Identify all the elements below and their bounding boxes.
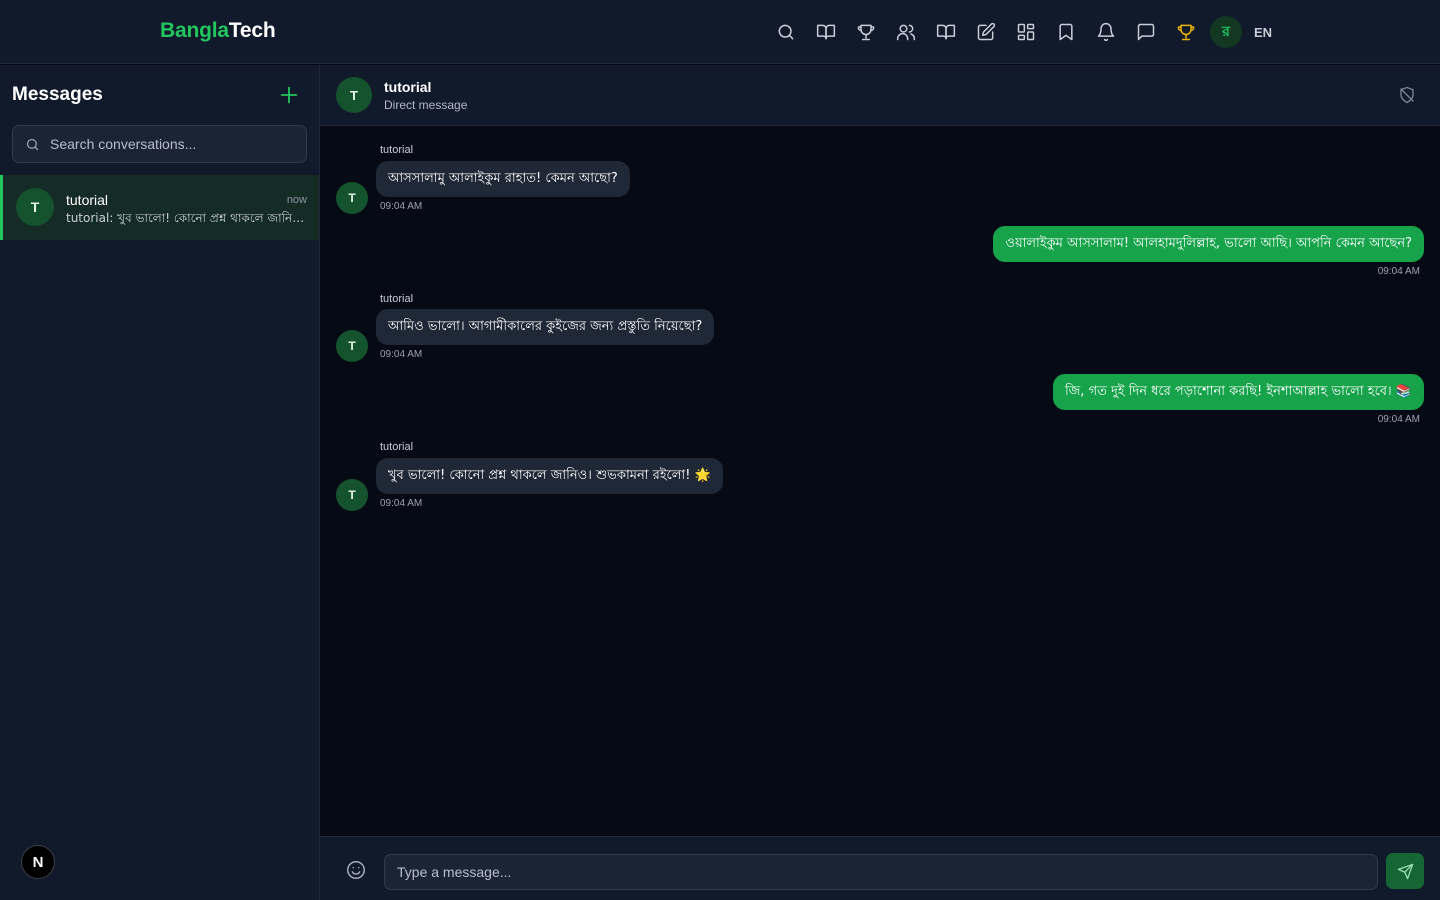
conversation-name: tutorial [66, 192, 109, 208]
chat-title: tutorial [384, 79, 432, 95]
search-icon[interactable] [766, 12, 806, 52]
message-composer [320, 836, 1440, 900]
message-time: 09:04 AM [380, 498, 423, 509]
message-input[interactable] [384, 854, 1378, 890]
message-bubble-incoming: আসসালামু আলাইকুম রাহাত! কেমন আছো? [376, 161, 630, 197]
user-avatar[interactable]: র [1210, 16, 1242, 48]
book-open-icon[interactable] [806, 12, 846, 52]
message-bubble-incoming: আমিও ভালো। আগামীকালের কুইজের জন্য প্রস্ত… [376, 309, 715, 345]
bell-icon[interactable] [1086, 12, 1126, 52]
avatar: T [336, 182, 368, 214]
edit-icon[interactable] [966, 12, 1006, 52]
shield-off-icon [1400, 86, 1414, 104]
trophy-gold-icon[interactable] [1166, 12, 1206, 52]
conversation-item[interactable]: T tutorial now tutorial: খুব ভালো! কোনো … [0, 175, 319, 240]
message-time: 09:04 AM [380, 201, 423, 212]
search-icon [26, 138, 39, 150]
chat-subtitle: Direct message [384, 98, 468, 112]
conversations-sidebar: Messages T tutorial now tutorial: খুব ভা… [0, 65, 320, 900]
chat-icon[interactable] [1126, 12, 1166, 52]
brand-name-part1: Bangla [160, 19, 229, 42]
message-bubble-outgoing: ওয়ালাইকুম আসসালাম! আলহামদুলিল্লাহ, ভালো… [993, 226, 1424, 262]
grid-icon[interactable] [1006, 12, 1046, 52]
message-time: 09:04 AM [1377, 414, 1420, 425]
message-sender: tutorial [380, 293, 414, 305]
brand-name-part2: Tech [228, 19, 276, 42]
avatar: T [16, 188, 54, 226]
smile-icon [347, 861, 365, 879]
new-conversation-button[interactable] [278, 84, 300, 106]
message-bubble-outgoing: জি, গত দুই দিন ধরে পড়াশোনা করছি! ইনশাআল… [1052, 374, 1424, 410]
send-button[interactable] [1386, 853, 1424, 889]
brand-logo[interactable]: BanglaTech [160, 19, 276, 43]
conversation-search [12, 125, 307, 163]
avatar: T [336, 479, 368, 511]
plus-icon [280, 86, 298, 104]
avatar: T [336, 77, 372, 113]
chat-header: T tutorial Direct message [320, 65, 1440, 126]
language-toggle[interactable]: EN [1246, 25, 1280, 40]
conversation-preview: tutorial: খুব ভালো! কোনো প্রশ্ন থাকলে জা… [66, 211, 306, 225]
message-bubble-incoming: খুব ভালো! কোনো প্রশ্ন থাকলে জানিও। শুভকা… [376, 458, 723, 494]
nav-icons: র EN [766, 12, 1280, 52]
block-user-button[interactable] [1398, 86, 1416, 104]
send-icon [1397, 863, 1413, 879]
top-nav-bar: BanglaTech র EN [0, 0, 1440, 64]
avatar: T [336, 330, 368, 362]
message-time: 09:04 AM [1377, 266, 1420, 277]
bookmark-icon[interactable] [1046, 12, 1086, 52]
users-icon[interactable] [886, 12, 926, 52]
n-badge[interactable]: N [21, 845, 55, 879]
trophy-icon[interactable] [846, 12, 886, 52]
message-sender: tutorial [380, 144, 414, 156]
emoji-button[interactable] [345, 859, 367, 881]
sidebar-title: Messages [12, 84, 103, 105]
book-icon[interactable] [926, 12, 966, 52]
message-list: tutorial আসসালামু আলাইকুম রাহাত! কেমন আছ… [320, 126, 1440, 836]
search-input[interactable] [50, 136, 290, 152]
message-sender: tutorial [380, 441, 414, 453]
message-time: 09:04 AM [380, 349, 423, 360]
conversation-time: now [286, 194, 307, 206]
